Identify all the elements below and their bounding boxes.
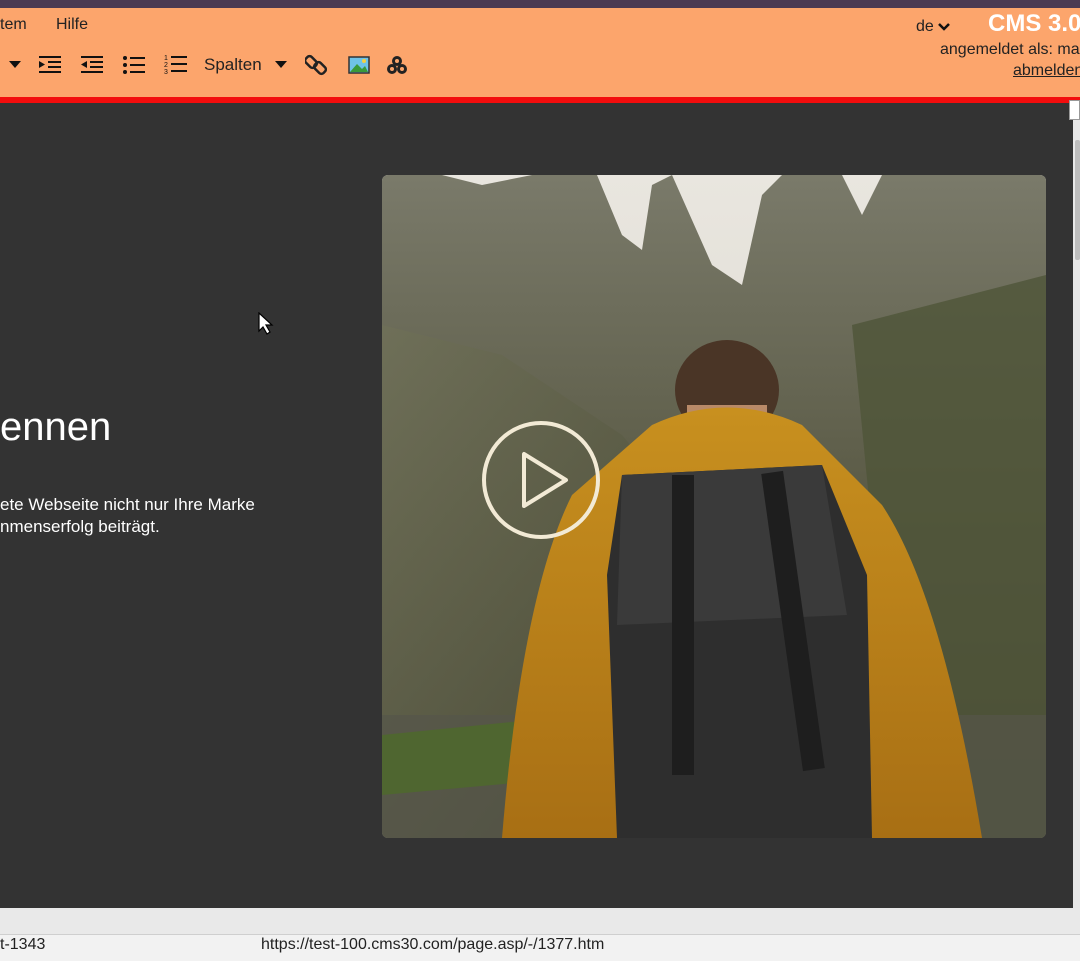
language-value: de [916,18,934,35]
image-icon[interactable] [347,52,371,78]
body-line: ete Webseite nicht nur Ihre Marke [0,495,255,514]
plugin-icon[interactable] [385,52,409,78]
menu-system[interactable]: tem [0,16,27,34]
section-heading[interactable]: ennen [0,405,111,450]
link-icon[interactable] [304,52,328,78]
columns-menu-label[interactable]: Spalten [204,55,262,75]
svg-text:2: 2 [164,62,168,69]
status-url: https://test-100.cms30.com/page.asp/-/13… [261,936,605,953]
scroll-up-button[interactable] [1069,100,1080,120]
window-top-strip [0,0,1080,8]
outdent-icon[interactable] [78,52,106,78]
indent-icon[interactable] [36,52,64,78]
login-status: angemeldet als: ma [940,41,1080,58]
svg-text:1: 1 [164,55,168,62]
menu-help[interactable]: Hilfe [56,16,88,34]
numbered-list-icon[interactable]: 123 [163,52,189,78]
page-footer-area [0,908,1080,934]
logout-link[interactable]: abmelden [1013,62,1080,80]
scrollbar-thumb[interactable] [1075,140,1080,260]
bullet-list-icon[interactable] [121,52,147,78]
section-body-text[interactable]: ete Webseite nicht nur Ihre Marke nmense… [0,494,255,538]
format-dropdown-arrow-icon[interactable] [6,52,24,78]
mouse-cursor-icon [258,311,274,341]
status-page-id: t-1343 [0,936,46,953]
language-selector[interactable]: de [916,18,950,36]
svg-text:3: 3 [164,69,168,76]
chevron-down-icon [937,23,950,31]
body-line: nmenserfolg beiträgt. [0,517,160,536]
play-icon[interactable] [481,420,601,540]
cms-brand-logo: CMS 3.0 [988,10,1080,37]
columns-dropdown-icon[interactable] [273,52,289,78]
